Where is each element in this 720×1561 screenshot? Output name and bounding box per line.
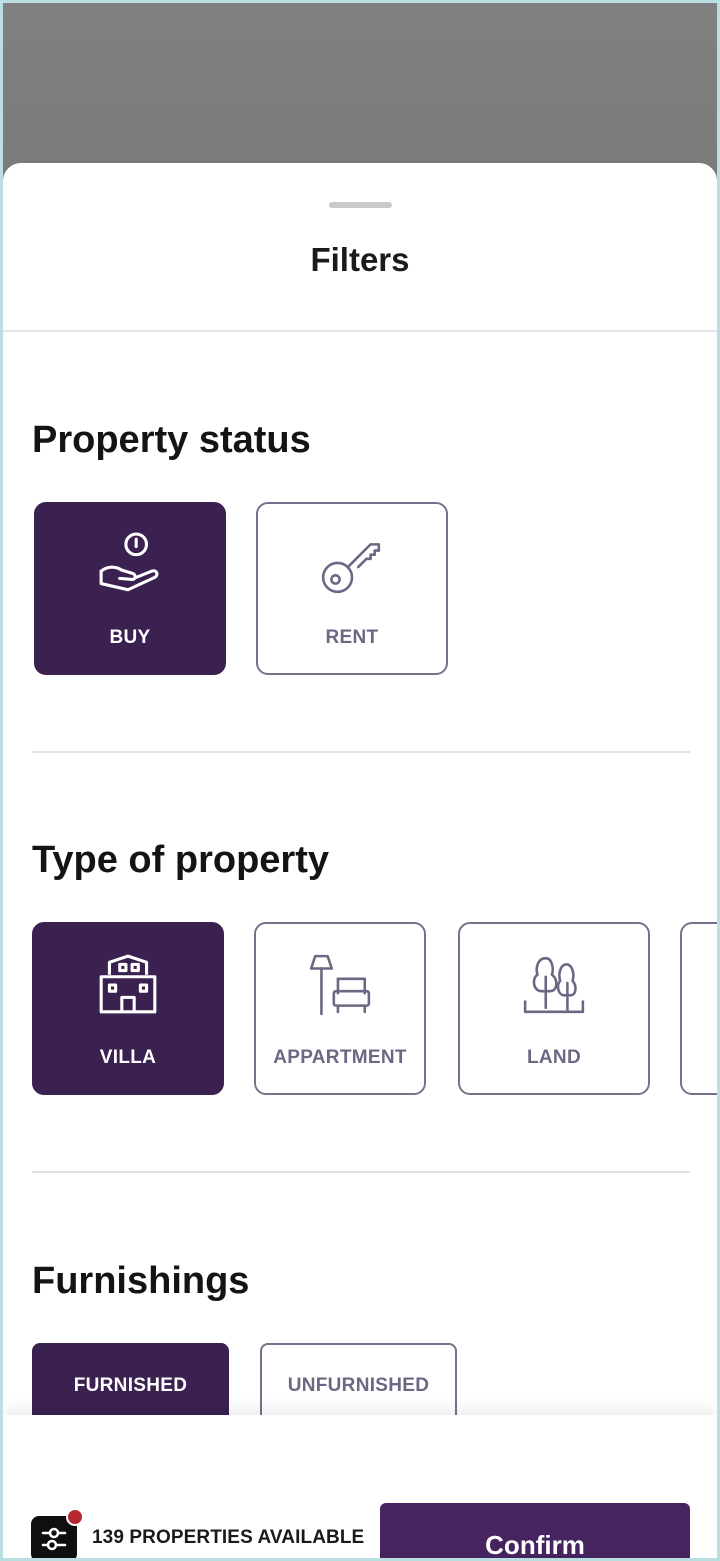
furnishings-title: Furnishings xyxy=(32,1260,250,1302)
screen: Filters Property status BUY RENT Type of… xyxy=(0,0,720,1561)
status-option-label: BUY xyxy=(109,627,151,648)
status-option-buy[interactable]: BUY xyxy=(34,502,226,675)
notification-dot xyxy=(66,1508,84,1526)
filter-badge-button[interactable] xyxy=(31,1508,84,1558)
type-option-villa[interactable]: VILLA xyxy=(32,922,224,1095)
hand-coin-icon xyxy=(99,532,159,592)
type-option-land[interactable]: LAND xyxy=(458,922,650,1095)
type-option-label: APPARTMENT xyxy=(273,1047,407,1068)
type-option-appartment[interactable]: APPARTMENT xyxy=(254,922,426,1095)
section-divider xyxy=(32,1171,690,1173)
properties-available-text: 139 PROPERTIES AVAILABLE xyxy=(92,1527,365,1548)
dimmed-backdrop[interactable] xyxy=(3,3,717,183)
property-type-title: Type of property xyxy=(32,839,329,881)
status-option-rent[interactable]: RENT xyxy=(256,502,448,675)
section-divider xyxy=(32,751,690,753)
type-option-label: VILLA xyxy=(99,1047,157,1068)
key-icon xyxy=(321,543,381,594)
header-divider xyxy=(3,330,717,332)
lamp-armchair-icon xyxy=(309,954,371,1016)
villa-icon xyxy=(99,954,157,1014)
sliders-icon xyxy=(41,1527,67,1551)
drag-handle[interactable] xyxy=(329,202,392,208)
confirm-button[interactable]: Confirm xyxy=(380,1503,690,1558)
sheet-title: Filters xyxy=(310,241,410,278)
type-option-more[interactable] xyxy=(680,922,717,1095)
type-option-label: LAND xyxy=(527,1047,581,1068)
filters-sheet: Filters Property status BUY RENT Type of… xyxy=(3,163,717,1558)
trees-icon xyxy=(523,956,585,1014)
status-option-label: RENT xyxy=(325,627,379,648)
property-status-title: Property status xyxy=(32,419,311,461)
footer-bar: 139 PROPERTIES AVAILABLE Confirm xyxy=(3,1415,717,1558)
